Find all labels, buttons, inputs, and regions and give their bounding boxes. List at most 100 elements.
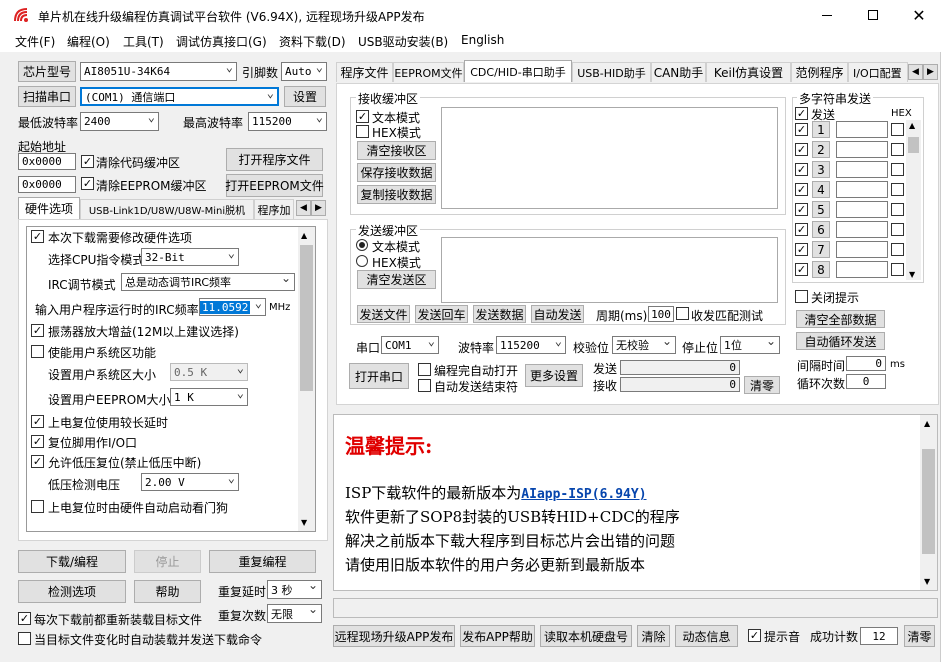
menu-program[interactable]: 编程(O) bbox=[67, 33, 110, 50]
clear-success-button[interactable]: 清零 bbox=[904, 625, 935, 647]
help-button[interactable]: 帮助 bbox=[134, 580, 201, 603]
multi-row-hex-checkbox[interactable] bbox=[891, 243, 904, 256]
multi-row-hex-checkbox[interactable] bbox=[891, 223, 904, 236]
multi-row-input[interactable] bbox=[836, 181, 888, 198]
auto-loop-button[interactable]: 自动循环发送 bbox=[796, 332, 885, 350]
multi-row-hex-checkbox[interactable] bbox=[891, 203, 904, 216]
clear-all-button[interactable]: 清空全部数据 bbox=[796, 310, 885, 328]
settings-button[interactable]: 设置 bbox=[284, 86, 326, 107]
multi-row-input[interactable] bbox=[836, 161, 888, 178]
rx-textarea[interactable] bbox=[441, 107, 778, 209]
clear-eeprom-checkbox[interactable]: ✓ bbox=[81, 177, 94, 190]
clear-rx-button[interactable]: 清空接收区 bbox=[357, 141, 436, 160]
lvr-checkbox[interactable]: ✓ bbox=[31, 455, 44, 468]
stopbits-select[interactable]: 1位 bbox=[720, 336, 780, 354]
scroll-down-icon[interactable]: ▼ bbox=[301, 518, 307, 527]
tab-hardware-options[interactable]: 硬件选项 bbox=[18, 197, 80, 219]
rx-hex-mode-checkbox[interactable] bbox=[356, 125, 369, 138]
multi-row-hex-checkbox[interactable] bbox=[891, 183, 904, 196]
irc-freq-select[interactable]: 11.0592 bbox=[199, 298, 266, 316]
multi-row-send-button[interactable]: 7 bbox=[812, 241, 830, 258]
lv-select[interactable]: 2.00 V bbox=[141, 473, 239, 491]
multi-row-checkbox[interactable]: ✓ bbox=[795, 203, 808, 216]
loop-count-input[interactable]: 0 bbox=[846, 374, 886, 389]
latest-version-link[interactable]: AIapp-ISP(6.94Y) bbox=[521, 487, 646, 502]
close-tip-checkbox[interactable] bbox=[795, 290, 808, 303]
multi-row-send-button[interactable]: 1 bbox=[812, 121, 830, 138]
power-reset-checkbox[interactable]: ✓ bbox=[31, 415, 44, 428]
dynamic-info-button[interactable]: 动态信息 bbox=[675, 625, 738, 647]
multi-row-hex-checkbox[interactable] bbox=[891, 263, 904, 276]
menu-usb-driver[interactable]: USB驱动安装(B) bbox=[358, 33, 448, 50]
scroll-up-icon[interactable]: ▲ bbox=[301, 231, 307, 240]
tab-io-config[interactable]: I/O口配置 bbox=[848, 62, 908, 82]
notice-scroll-down-icon[interactable]: ▼ bbox=[924, 577, 930, 586]
beep-checkbox[interactable]: ✓ bbox=[748, 629, 761, 642]
reset-pin-checkbox[interactable]: ✓ bbox=[31, 435, 44, 448]
multi-row-send-button[interactable]: 5 bbox=[812, 201, 830, 218]
tab-program-file[interactable]: 程序文件 bbox=[336, 62, 393, 82]
clear-code-checkbox[interactable]: ✓ bbox=[81, 155, 94, 168]
tab-usb-hid[interactable]: USB-HID助手 bbox=[572, 62, 651, 82]
wdt-checkbox[interactable] bbox=[31, 500, 44, 513]
repeat-count-select[interactable]: 无限 bbox=[267, 604, 322, 623]
port-select[interactable]: (COM1) 通信端口 bbox=[80, 87, 279, 106]
pins-select[interactable]: Auto bbox=[281, 62, 327, 81]
multi-row-input[interactable] bbox=[836, 241, 888, 258]
auto-reload-checkbox[interactable] bbox=[18, 632, 31, 645]
period-input[interactable]: 100 bbox=[648, 306, 674, 322]
multi-row-send-button[interactable]: 6 bbox=[812, 221, 830, 238]
scroll-thumb[interactable] bbox=[300, 245, 313, 391]
auto-send-end-checkbox[interactable] bbox=[418, 379, 431, 392]
multi-scroll-down-icon[interactable]: ▼ bbox=[909, 270, 915, 279]
auto-send-button[interactable]: 自动发送 bbox=[531, 305, 584, 323]
multi-row-hex-checkbox[interactable] bbox=[891, 123, 904, 136]
multi-row-hex-checkbox[interactable] bbox=[891, 163, 904, 176]
chip-model-select[interactable]: AI8051U-34K64 bbox=[80, 62, 237, 81]
clear-tx-button[interactable]: 清空发送区 bbox=[357, 270, 436, 289]
sys-size-select[interactable]: 0.5 K bbox=[170, 363, 248, 381]
multi-row-input[interactable] bbox=[836, 121, 888, 138]
multi-row-send-button[interactable]: 3 bbox=[812, 161, 830, 178]
cpu-mode-select[interactable]: 32-Bit bbox=[141, 248, 239, 266]
menu-download[interactable]: 资料下载(D) bbox=[279, 33, 346, 50]
right-tab-scroll-right[interactable]: ▶ bbox=[923, 64, 938, 80]
multi-scroll-up-icon[interactable]: ▲ bbox=[909, 121, 915, 130]
minimize-icon[interactable] bbox=[812, 4, 842, 26]
reload-each-checkbox[interactable]: ✓ bbox=[18, 612, 31, 625]
multi-row-send-button[interactable]: 8 bbox=[812, 261, 830, 278]
auto-open-checkbox[interactable] bbox=[418, 363, 431, 376]
read-serial-button[interactable]: 读取本机硬盘号 bbox=[540, 625, 632, 647]
multi-row-hex-checkbox[interactable] bbox=[891, 143, 904, 156]
chip-model-button[interactable]: 芯片型号 bbox=[18, 61, 76, 82]
multi-row-input[interactable] bbox=[836, 201, 888, 218]
download-button[interactable]: 下载/编程 bbox=[18, 550, 126, 573]
multi-row-send-button[interactable]: 4 bbox=[812, 181, 830, 198]
menu-tools[interactable]: 工具(T) bbox=[123, 33, 164, 50]
clear-button[interactable]: 清除 bbox=[637, 625, 670, 647]
remote-publish-button[interactable]: 远程现场升级APP发布 bbox=[333, 625, 455, 647]
multi-row-checkbox[interactable]: ✓ bbox=[795, 223, 808, 236]
repeat-delay-select[interactable]: 3 秒 bbox=[267, 580, 322, 599]
tab-program-encrypt[interactable]: 程序加 bbox=[254, 199, 294, 219]
multi-row-checkbox[interactable]: ✓ bbox=[795, 163, 808, 176]
save-rx-button[interactable]: 保存接收数据 bbox=[357, 163, 436, 182]
parity-select[interactable]: 无校验 bbox=[612, 336, 676, 354]
multi-row-checkbox[interactable]: ✓ bbox=[795, 143, 808, 156]
eeprom-addr-input[interactable]: 0x0000 bbox=[18, 176, 76, 193]
notice-scroll-up-icon[interactable]: ▲ bbox=[924, 419, 930, 428]
more-settings-button[interactable]: 更多设置 bbox=[525, 364, 583, 387]
close-icon[interactable]: ✕ bbox=[904, 4, 934, 26]
multi-row-input[interactable] bbox=[836, 261, 888, 278]
send-data-button[interactable]: 发送数据 bbox=[473, 305, 526, 323]
baud-select[interactable]: 115200 bbox=[496, 336, 566, 354]
min-baud-select[interactable]: 2400 bbox=[80, 112, 159, 131]
tab-can[interactable]: CAN助手 bbox=[651, 62, 706, 82]
rx-match-checkbox[interactable] bbox=[676, 307, 689, 320]
osc-gain-checkbox[interactable]: ✓ bbox=[31, 324, 44, 337]
open-port-button[interactable]: 打开串口 bbox=[349, 363, 409, 389]
rx-text-mode-checkbox[interactable]: ✓ bbox=[356, 110, 369, 123]
tab-usb-link[interactable]: USB-Link1D/U8W/U8W-Mini脱机 bbox=[80, 199, 254, 219]
tx-text-mode-radio[interactable] bbox=[356, 239, 368, 251]
open-program-button[interactable]: 打开程序文件 bbox=[226, 148, 323, 171]
